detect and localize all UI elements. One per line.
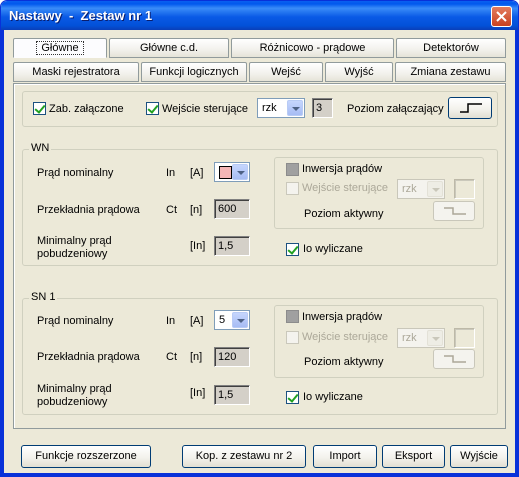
sn1-wejscie-sterujace-checkbox[interactable] (286, 331, 299, 344)
tab-glowne[interactable]: Główne (13, 38, 107, 58)
chevron-down-icon[interactable] (427, 330, 443, 346)
color-swatch (219, 166, 232, 179)
sn1-group-title: SN 1 (29, 291, 58, 304)
wejscie-sterujace-select[interactable]: rzk (257, 98, 305, 118)
sn1-poziom-aktywny-label: Poziom aktywny (304, 356, 384, 368)
wn-inwersja-checkbox[interactable] (286, 163, 299, 176)
wn-poziom-aktywny-button[interactable] (433, 201, 475, 221)
sn1-minimalny-field[interactable]: 1,5 (214, 385, 250, 405)
sn1-prad-unit: [A] (190, 315, 204, 327)
chevron-down-icon[interactable] (232, 164, 248, 180)
window-title: Nastawy - Zestaw nr 1 (9, 8, 153, 23)
wn-minimalny-label-2: pobudzeniowy (37, 248, 108, 260)
chevron-down-icon[interactable] (232, 312, 248, 328)
wn-prad-nominalny-label: Prąd nominalny (37, 167, 114, 179)
sn1-io-wyliczane-label: Io wyliczane (303, 391, 363, 403)
sn1-przekladnia-field[interactable]: 120 (214, 347, 250, 367)
tab-zmiana-zestawu[interactable]: Zmiana zestawu (395, 62, 506, 82)
wn-minimalny-unit: [In] (190, 240, 206, 252)
wn-prad-symbol: In (166, 167, 176, 179)
poziom-zalaczajacy-label: Poziom załączający (347, 103, 444, 115)
wn-prad-nominalny-select[interactable] (214, 162, 250, 182)
wn-minimalny-label-1: Minimalny prąd (37, 235, 112, 247)
wn-przekladnia-label: Przekładnia prądowa (37, 204, 140, 216)
tab-wejsc[interactable]: Wejść (249, 62, 323, 82)
close-button[interactable] (491, 6, 512, 27)
sn1-poziom-aktywny-button[interactable] (433, 349, 475, 369)
kopiuj-z-zestawu-button[interactable]: Kop. z zestawu nr 2 (182, 445, 306, 468)
sn1-prad-symbol: In (166, 315, 176, 327)
settings-window: Nastawy - Zestaw nr 1 Główne Główne c.d.… (0, 0, 519, 477)
zab-zalaczone-checkbox[interactable] (33, 102, 46, 115)
wn-przekladnia-field[interactable]: 600 (214, 199, 250, 219)
rising-edge-icon (460, 103, 482, 113)
tab-glowne-cd[interactable]: Główne c.d. (109, 38, 229, 58)
tab-roznicowo-pradowe[interactable]: Różnicowo - prądowe (231, 38, 394, 58)
poziom-zalaczajacy-button[interactable] (448, 97, 492, 119)
wn-wejscie-sterujace-label: Wejście sterujące (302, 182, 388, 194)
tab-wyjsc[interactable]: Wyjść (325, 62, 393, 82)
wn-przekladnia-symbol: Ct (166, 204, 177, 216)
wn-minimalny-field[interactable]: 1,5 (214, 236, 250, 256)
import-button[interactable]: Import (313, 445, 377, 468)
sn1-przekladnia-label: Przekładnia prądowa (37, 351, 140, 363)
wn-wejscie-sterujace-checkbox[interactable] (286, 182, 299, 195)
sn1-wejscie-number-field[interactable] (454, 328, 475, 348)
chevron-down-icon[interactable] (287, 100, 303, 116)
wn-io-wyliczane-checkbox[interactable] (286, 243, 299, 256)
sn1-minimalny-label-1: Minimalny prąd (37, 383, 112, 395)
select-value: rzk (402, 183, 417, 195)
sn1-minimalny-unit: [In] (190, 387, 206, 399)
falling-edge-icon (444, 355, 466, 363)
wn-io-wyliczane-label: Io wyliczane (303, 243, 363, 255)
wejscie-sterujace-label: Wejście sterujące (162, 103, 248, 115)
wn-poziom-aktywny-label: Poziom aktywny (304, 208, 384, 220)
title-bar[interactable]: Nastawy - Zestaw nr 1 (1, 1, 518, 30)
wn-wejscie-number-field[interactable] (454, 179, 475, 199)
tab-funkcji-logicznych[interactable]: Funkcji logicznych (141, 62, 247, 82)
wn-inwersja-label: Inwersja prądów (302, 163, 383, 175)
sn1-wejscie-select[interactable]: rzk (397, 328, 445, 348)
wejscie-sterujace-checkbox[interactable] (146, 102, 159, 115)
zab-zalaczone-label: Zab. załączone (49, 103, 124, 115)
falling-edge-icon (444, 207, 466, 215)
sn1-inwersja-checkbox[interactable] (286, 310, 299, 323)
sn1-prad-nominalny-select[interactable]: 5 (214, 310, 250, 330)
tab-maski-rejestratora[interactable]: Maski rejestratora (13, 62, 139, 82)
tab-detektorow[interactable]: Detektorów (396, 38, 506, 58)
wn-group-title: WN (29, 142, 52, 155)
sn1-minimalny-label-2: pobudzeniowy (37, 396, 108, 408)
chevron-down-icon[interactable] (427, 181, 443, 197)
funkcje-rozszerzone-button[interactable]: Funkcje rozszerzone (21, 445, 151, 468)
sn1-inwersja-label: Inwersja prądów (302, 311, 383, 323)
sn1-przekladnia-unit: [n] (190, 351, 203, 363)
wn-wejscie-select[interactable]: rzk (397, 179, 445, 199)
select-value: rzk (402, 332, 417, 344)
wyjscie-button[interactable]: Wyjście (450, 445, 508, 468)
window-border-bottom (1, 473, 518, 476)
sn1-wejscie-sterujace-label: Wejście sterujące (302, 331, 388, 343)
wn-przekladnia-unit: [n] (190, 204, 203, 216)
window-border-right (515, 30, 518, 476)
wejscie-number-field[interactable]: 3 (312, 98, 333, 118)
wn-prad-unit: [A] (190, 167, 204, 179)
sn1-prad-nominalny-label: Prąd nominalny (37, 315, 114, 327)
eksport-button[interactable]: Eksport (382, 445, 445, 468)
sn1-przekladnia-symbol: Ct (166, 351, 177, 363)
tab-label: Główne (36, 41, 84, 55)
window-border-left (1, 30, 4, 476)
select-value: rzk (262, 102, 277, 114)
sn1-io-wyliczane-checkbox[interactable] (286, 391, 299, 404)
select-value: 5 (219, 314, 226, 326)
close-icon (496, 11, 507, 22)
